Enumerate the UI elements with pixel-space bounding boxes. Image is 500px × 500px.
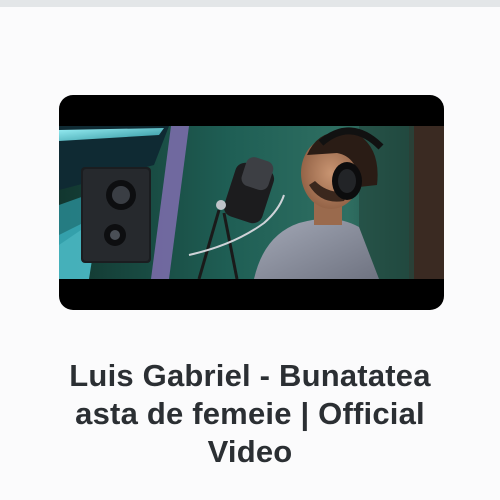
video-card[interactable]: Luis Gabriel - Bunatatea asta de femeie … xyxy=(0,7,500,500)
top-edge-bar xyxy=(0,0,500,7)
video-title-line-1: Luis Gabriel - Bunatatea xyxy=(69,358,431,393)
video-title-line-2: asta de femeie | Official xyxy=(75,396,425,431)
video-title[interactable]: Luis Gabriel - Bunatatea asta de femeie … xyxy=(20,357,480,471)
video-thumbnail[interactable] xyxy=(59,95,444,310)
thumbnail-scene xyxy=(59,126,444,280)
video-title-line-3: Video xyxy=(207,434,293,469)
